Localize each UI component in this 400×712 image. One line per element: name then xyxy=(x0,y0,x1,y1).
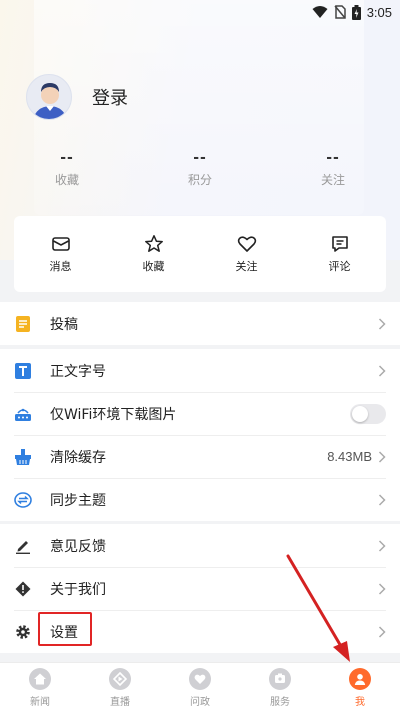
chevron-right-icon xyxy=(378,493,386,506)
avatar[interactable] xyxy=(26,74,72,120)
stat-value: -- xyxy=(326,150,340,166)
menu-item-label: 同步主题 xyxy=(50,492,106,509)
menu-item-submit[interactable]: 投稿 xyxy=(0,302,400,345)
star-icon xyxy=(144,235,163,252)
comment-icon xyxy=(331,236,348,252)
tab-live[interactable]: 直播 xyxy=(80,663,160,712)
quick-action-favorites[interactable]: 收藏 xyxy=(107,216,200,292)
tab-news[interactable]: 新闻 xyxy=(0,663,80,712)
stat-label: 积分 xyxy=(187,173,212,187)
broom-icon xyxy=(14,448,32,466)
service-icon xyxy=(269,667,291,690)
chevron-right-icon xyxy=(378,317,386,330)
bottom-tab-bar: 新闻 直播 问政 服务 我 xyxy=(0,662,400,712)
chevron-right-icon xyxy=(378,625,386,638)
tab-label: 新闻 xyxy=(30,696,50,708)
info-diamond-icon xyxy=(14,580,32,598)
menu-item-wifi-images[interactable]: 仅WiFi环境下载图片 xyxy=(0,392,400,435)
menu-group-preferences: 正文字号 仅WiFi环境下载图片 清除缓存 8.43MB 同步主题 xyxy=(0,349,400,521)
tab-label: 问政 xyxy=(190,696,210,708)
tab-me[interactable]: 我 xyxy=(320,663,400,712)
chevron-right-icon xyxy=(378,539,386,552)
user-icon xyxy=(349,667,371,690)
menu-item-label: 关于我们 xyxy=(50,581,106,598)
tab-wenzheng[interactable]: 问政 xyxy=(160,663,240,712)
menu-item-text-size[interactable]: 正文字号 xyxy=(0,349,400,392)
chevron-right-icon xyxy=(378,364,386,377)
menu-item-label: 正文字号 xyxy=(50,363,106,380)
status-bar: 3:05 xyxy=(0,0,400,24)
heart-icon xyxy=(237,236,256,252)
stat-points[interactable]: -- 积分 xyxy=(170,150,230,188)
wifi-image-icon xyxy=(14,405,32,423)
mail-icon xyxy=(51,237,70,251)
stats-row: -- 收藏 -- 积分 -- 关注 xyxy=(0,150,400,194)
profile-login[interactable]: 登录 xyxy=(26,74,128,120)
stat-label: 收藏 xyxy=(54,173,79,187)
menu-item-clear-cache[interactable]: 清除缓存 8.43MB xyxy=(0,435,400,478)
quick-action-label: 评论 xyxy=(328,260,351,273)
menu-item-label: 仅WiFi环境下载图片 xyxy=(50,406,177,423)
quick-action-following[interactable]: 关注 xyxy=(200,216,293,292)
status-time: 3:05 xyxy=(366,4,392,20)
quick-action-label: 消息 xyxy=(49,260,72,273)
stat-label: 关注 xyxy=(320,173,345,187)
stat-value: -- xyxy=(193,150,207,166)
menu-group-submit: 投稿 xyxy=(0,302,400,345)
menu-item-label: 清除缓存 xyxy=(50,449,106,466)
menu-item-about-us[interactable]: 关于我们 xyxy=(0,567,400,610)
login-label[interactable]: 登录 xyxy=(92,84,128,110)
quick-action-label: 关注 xyxy=(235,260,258,273)
live-icon xyxy=(109,667,131,690)
menu-item-label: 意见反馈 xyxy=(50,538,106,555)
pencil-icon xyxy=(14,537,32,555)
stat-favorites[interactable]: -- 收藏 xyxy=(37,150,97,188)
wifi-images-toggle[interactable] xyxy=(350,403,386,424)
chevron-right-icon xyxy=(378,450,386,463)
cache-size: 8.43MB xyxy=(327,449,372,464)
menu-item-settings[interactable]: 设置 xyxy=(0,610,400,653)
menu-item-feedback[interactable]: 意见反馈 xyxy=(0,524,400,567)
wifi-icon xyxy=(312,6,328,18)
home-icon xyxy=(29,667,51,690)
text-size-icon xyxy=(14,362,32,380)
battery-icon xyxy=(351,4,361,20)
tab-label: 直播 xyxy=(110,696,130,708)
menu-item-label: 设置 xyxy=(50,624,78,641)
quick-action-label: 收藏 xyxy=(142,260,165,273)
sync-icon xyxy=(14,491,32,509)
tab-label: 我 xyxy=(355,696,365,708)
heart-chat-icon xyxy=(189,667,211,690)
tab-label: 服务 xyxy=(270,696,290,708)
chevron-right-icon xyxy=(378,582,386,595)
quick-actions-card: 消息 收藏 关注 评论 xyxy=(14,216,386,292)
tab-services[interactable]: 服务 xyxy=(240,663,320,712)
gear-icon xyxy=(14,623,32,641)
menu-group-about: 意见反馈 关于我们 设置 xyxy=(0,524,400,653)
menu-item-sync-theme[interactable]: 同步主题 xyxy=(0,478,400,521)
quick-action-messages[interactable]: 消息 xyxy=(14,216,107,292)
document-icon xyxy=(14,315,32,333)
menu-item-label: 投稿 xyxy=(50,316,78,333)
stat-value: -- xyxy=(60,150,74,166)
stat-following[interactable]: -- 关注 xyxy=(303,150,363,188)
quick-action-comments[interactable]: 评论 xyxy=(293,216,386,292)
no-sim-icon xyxy=(334,5,346,19)
